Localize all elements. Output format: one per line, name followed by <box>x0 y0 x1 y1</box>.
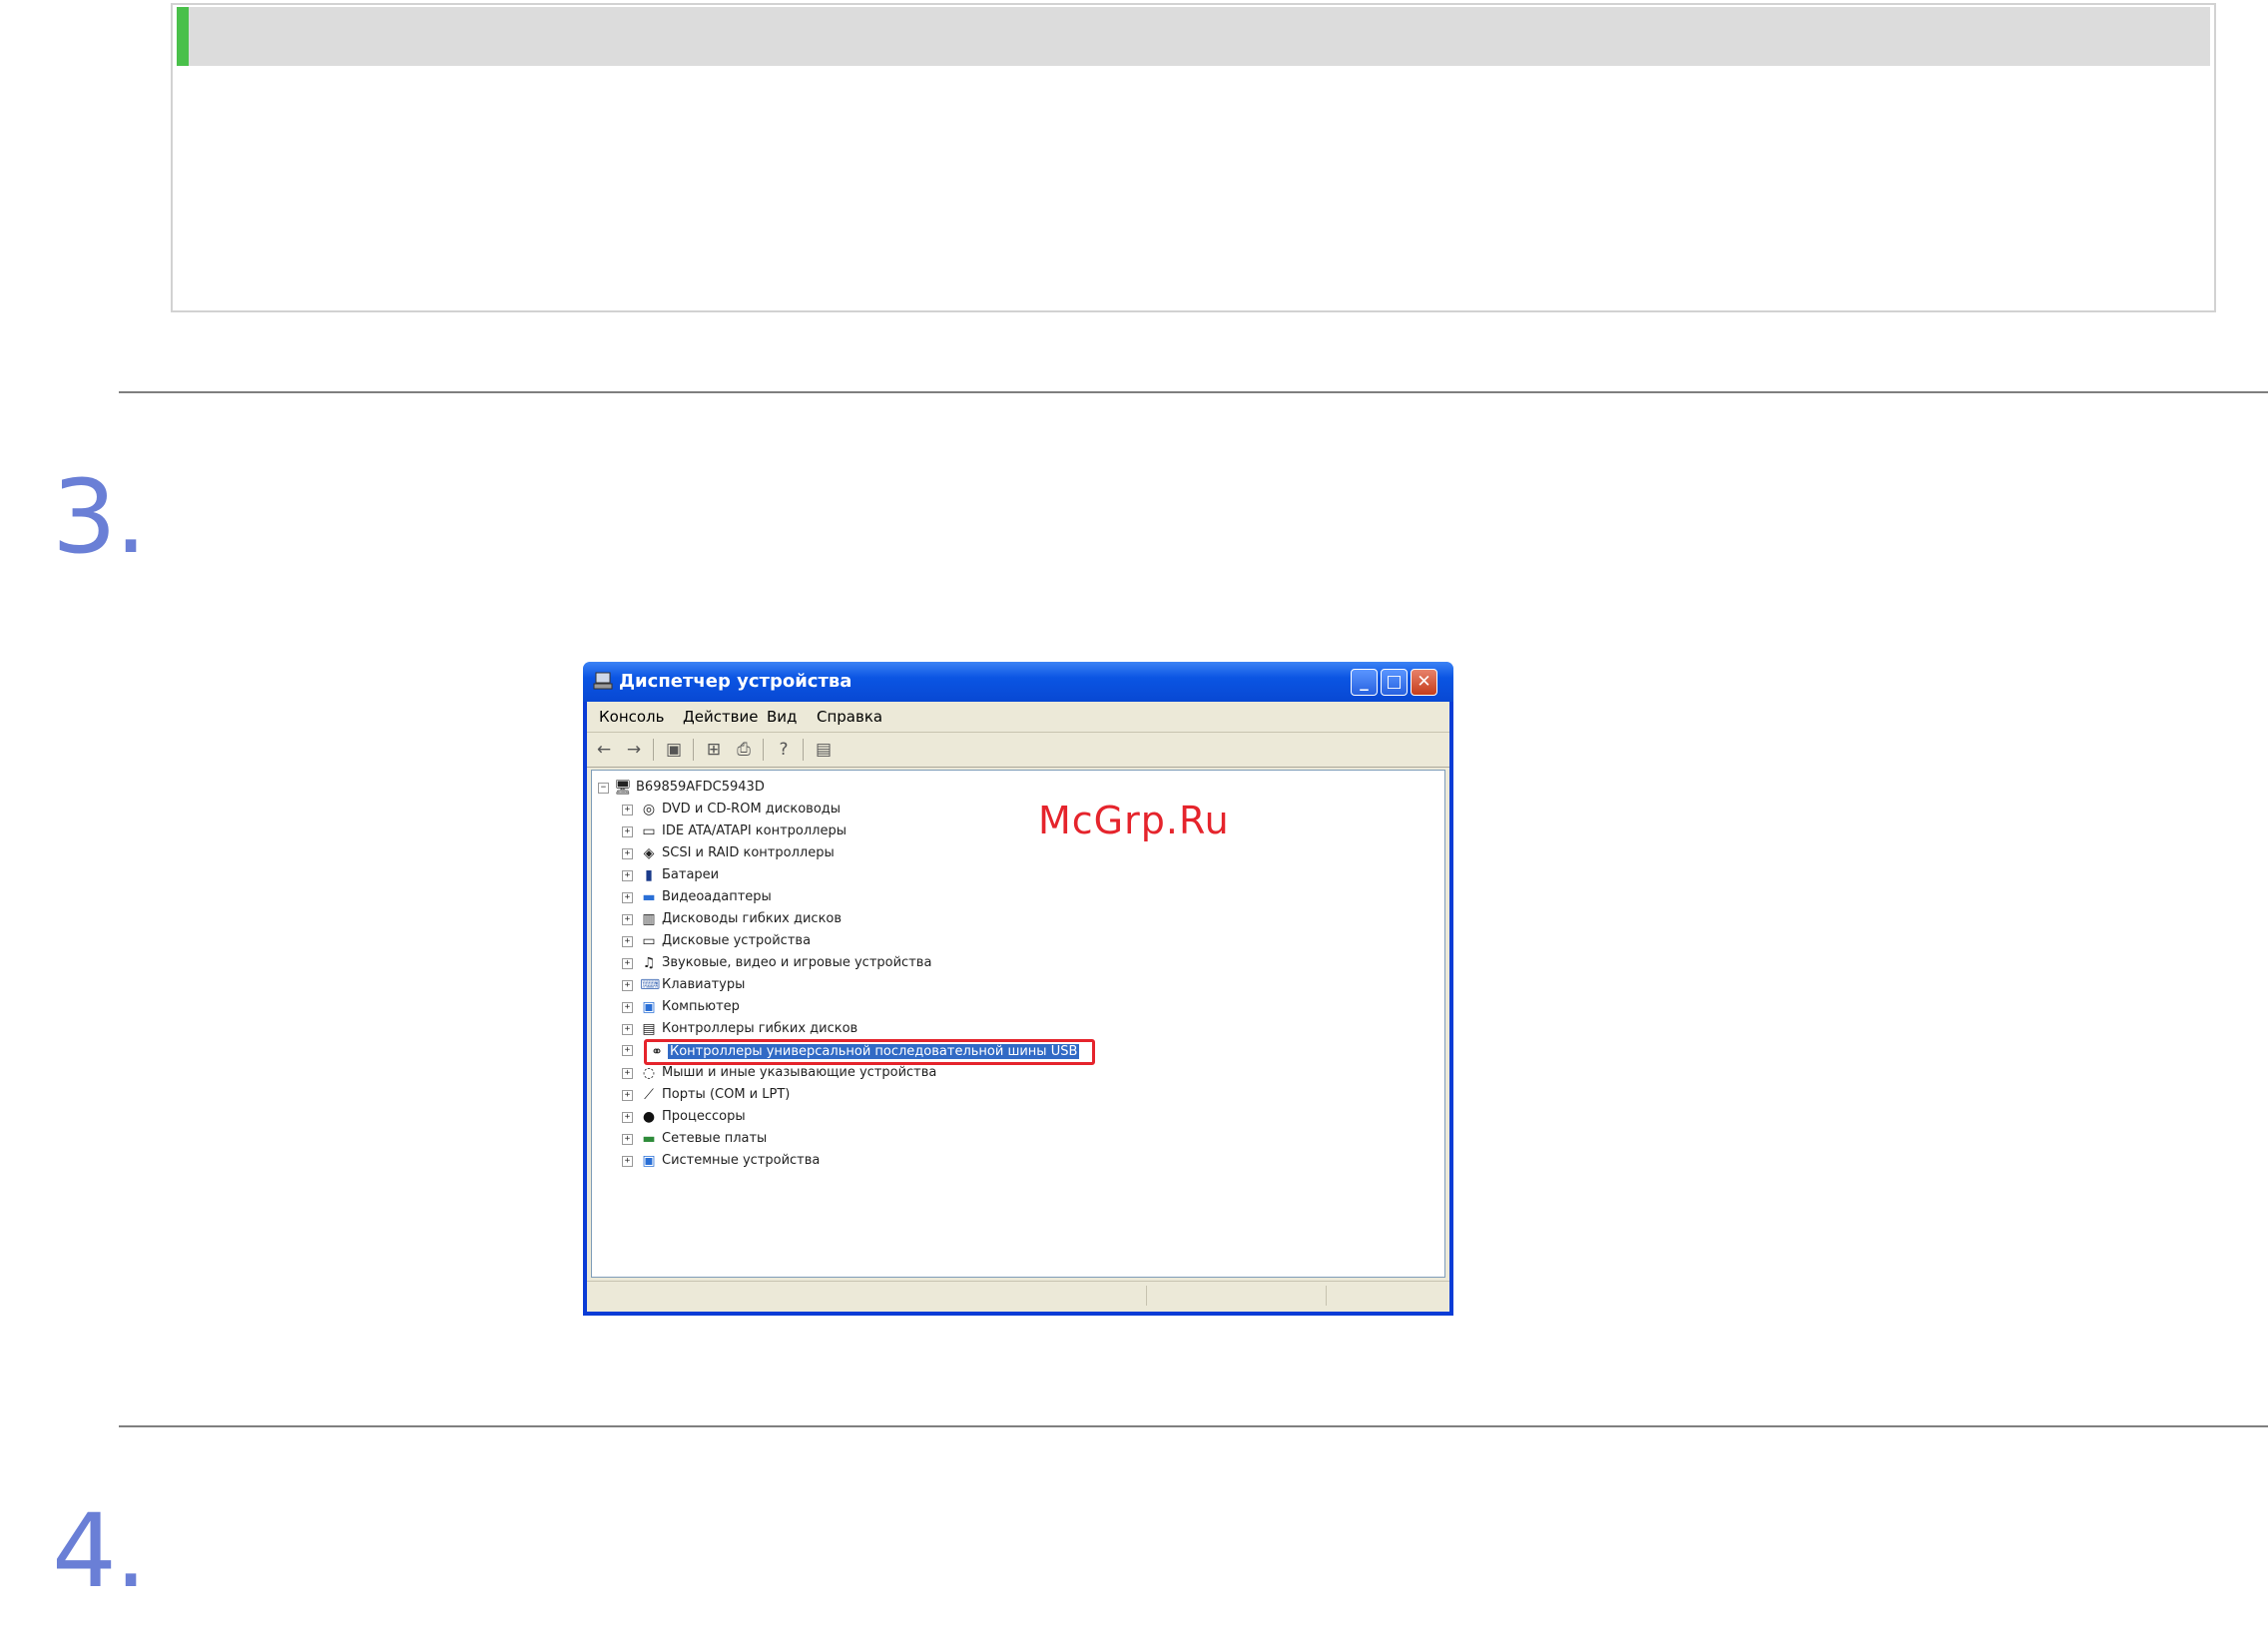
expand-icon[interactable]: + <box>622 1024 633 1035</box>
device-tree: − 🖥 B69859AFDC5943D + ◎ DVD и CD-ROM дис… <box>591 770 1445 1278</box>
tree-item-label: Дисковые устройства <box>662 933 812 948</box>
section-divider-top <box>119 391 2268 393</box>
toolbar: ← → ▣ ⊞ ⎙ ? ▤ <box>587 733 1449 768</box>
expand-icon[interactable]: + <box>622 848 633 859</box>
expand-icon[interactable]: + <box>622 914 633 925</box>
forward-arrow-icon[interactable]: → <box>623 739 645 761</box>
expand-icon[interactable]: + <box>622 980 633 991</box>
computer-icon: ▣ <box>642 999 656 1015</box>
back-arrow-icon[interactable]: ← <box>593 739 615 761</box>
tree-item-label: Процессоры <box>662 1109 746 1124</box>
usb-icon: ⚭ <box>651 1044 663 1060</box>
tree-item-label: Порты (COM и LPT) <box>662 1087 791 1102</box>
computer-icon: 🖥 <box>614 780 632 796</box>
minimize-button[interactable]: _ <box>1351 669 1378 696</box>
tree-item-label: SCSI и RAID контроллеры <box>662 845 835 860</box>
scan-hardware-icon[interactable]: ▤ <box>813 739 835 761</box>
expand-icon[interactable]: + <box>622 1045 633 1056</box>
expand-icon[interactable]: + <box>622 1112 633 1123</box>
processor-icon: ● <box>642 1109 656 1125</box>
toolbar-separator <box>653 739 654 761</box>
tree-item-label: IDE ATA/ATAPI контроллеры <box>662 823 848 838</box>
expand-icon[interactable]: + <box>622 1090 633 1101</box>
status-bar <box>587 1281 1449 1312</box>
device-manager-window: Диспетчер устройства _ □ ✕ Консоль Дейст… <box>583 662 1453 1316</box>
menu-bar: Консоль Действие Вид Справка <box>587 702 1449 733</box>
section-divider-bottom <box>119 1425 2268 1427</box>
scsi-icon: ◈ <box>643 845 655 861</box>
note-header-bar <box>177 7 2210 66</box>
toolbar-separator <box>803 739 804 761</box>
menu-action[interactable]: Действие <box>683 708 759 726</box>
floppy-controller-icon: ▤ <box>642 1021 656 1037</box>
expand-icon[interactable]: + <box>622 1156 633 1167</box>
properties-icon[interactable]: ▣ <box>663 739 685 761</box>
toolbar-separator <box>693 739 694 761</box>
tree-item-label: Контроллеры гибких дисков <box>662 1021 858 1036</box>
network-card-icon: ▬ <box>642 1131 656 1147</box>
menu-console[interactable]: Консоль <box>599 708 665 726</box>
expand-icon[interactable]: + <box>622 1002 633 1013</box>
tree-item-label: Мыши и иные указывающие устройства <box>662 1065 937 1080</box>
tree-item-label: Батареи <box>662 867 720 882</box>
step-number-3: 3. <box>52 458 147 577</box>
sound-icon: ♫ <box>642 955 656 971</box>
collapse-icon[interactable]: − <box>598 783 609 794</box>
battery-icon: ▮ <box>645 867 653 883</box>
expand-icon[interactable]: + <box>622 958 633 969</box>
expand-icon[interactable]: + <box>622 936 633 947</box>
expand-icon[interactable]: + <box>622 870 633 881</box>
maximize-button[interactable]: □ <box>1381 669 1408 696</box>
display-adapter-icon: ▬ <box>642 889 656 905</box>
toolbar-separator <box>763 739 764 761</box>
step-number-4: 4. <box>52 1492 147 1611</box>
tree-item-label: Контроллеры универсальной последовательн… <box>668 1044 1080 1059</box>
expand-icon[interactable]: + <box>622 892 633 903</box>
floppy-drive-icon: ▥ <box>642 911 656 927</box>
help-icon[interactable]: ? <box>773 739 795 761</box>
status-pane-divider <box>1146 1286 1147 1306</box>
tree-item-label: Сетевые платы <box>662 1131 768 1146</box>
expand-icon[interactable]: + <box>622 1134 633 1145</box>
expand-icon[interactable]: + <box>622 805 633 816</box>
window-client-area: Консоль Действие Вид Справка ← → ▣ ⊞ ⎙ ?… <box>587 702 1449 1312</box>
device-manager-icon <box>593 672 613 690</box>
disk-drive-icon: ▭ <box>642 933 656 949</box>
menu-view[interactable]: Вид <box>767 708 797 726</box>
port-icon: ⟋ <box>644 1087 654 1103</box>
tree-root-label: B69859AFDC5943D <box>636 780 765 795</box>
system-device-icon: ▣ <box>642 1153 656 1169</box>
window-title-bar[interactable]: Диспетчер устройства _ □ ✕ <box>583 662 1453 702</box>
ide-controller-icon: ▭ <box>642 823 656 839</box>
expand-icon[interactable]: + <box>622 1068 633 1079</box>
tree-icon[interactable]: ⊞ <box>703 739 725 761</box>
tree-item-label: Дисководы гибких дисков <box>662 911 843 926</box>
status-pane-divider <box>1326 1286 1327 1306</box>
tree-item-label: Звуковые, видео и игровые устройства <box>662 955 932 970</box>
note-box <box>171 3 2216 312</box>
note-accent-bar <box>177 7 189 66</box>
tree-item-label: DVD и CD-ROM дисководы <box>662 802 842 817</box>
tree-item-label: Компьютер <box>662 999 740 1014</box>
watermark: McGrp.Ru <box>1038 799 1230 842</box>
keyboard-icon: ⌨ <box>640 977 661 993</box>
window-title: Диспетчер устройства <box>619 671 852 692</box>
menu-help[interactable]: Справка <box>817 708 882 726</box>
tree-item-label: Видеоадаптеры <box>662 889 772 904</box>
tree-item-label: Клавиатуры <box>662 977 746 992</box>
cdrom-icon: ◎ <box>642 802 656 818</box>
mouse-icon: ◌ <box>642 1065 656 1081</box>
close-button[interactable]: ✕ <box>1411 669 1437 696</box>
tree-item-label: Системные устройства <box>662 1153 821 1168</box>
print-icon[interactable]: ⎙ <box>733 739 755 761</box>
expand-icon[interactable]: + <box>622 826 633 837</box>
